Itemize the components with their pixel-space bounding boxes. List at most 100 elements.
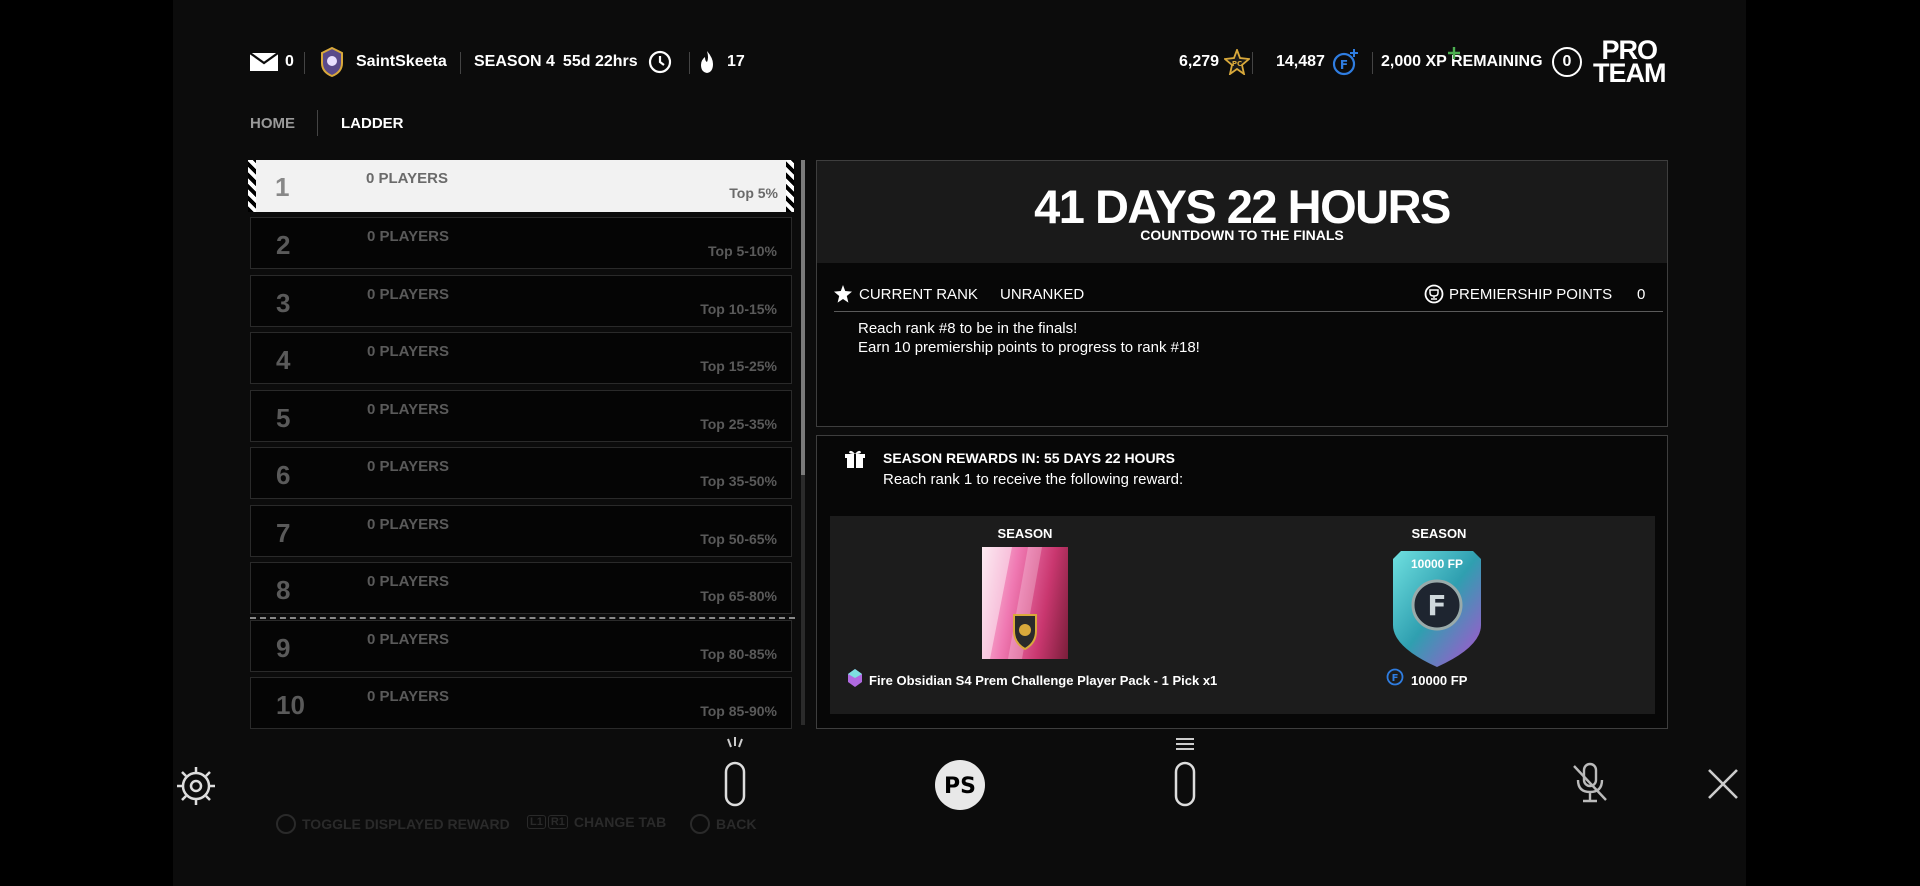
finals-panel: 41 DAYS 22 HOURS COUNTDOWN TO THE FINALS…: [816, 160, 1668, 427]
flame-icon: [697, 50, 717, 74]
season-label: SEASON 4: [474, 53, 555, 70]
rank-player-count: 0 PLAYERS: [367, 631, 449, 648]
reward-display[interactable]: SEASON Fire Obsidian S4 Prem Challenge P…: [830, 516, 1655, 714]
player-pack-image: [982, 547, 1068, 659]
profile[interactable]: SaintSkeeta: [320, 44, 447, 80]
ladder-row[interactable]: 1 0 PLAYERS Top 5%: [248, 160, 794, 212]
fifa-points: 14,487 F: [1276, 44, 1360, 80]
rank-player-count: 0 PLAYERS: [366, 170, 448, 187]
ladder-row[interactable]: 10 0 PLAYERS Top 85-90%: [250, 677, 792, 729]
coin-star-icon: PC: [1224, 49, 1251, 75]
rank-player-count: 0 PLAYERS: [367, 286, 449, 303]
ladder-row[interactable]: 4 0 PLAYERS Top 15-25%: [250, 332, 792, 384]
level-value: 0: [1552, 47, 1582, 77]
svg-text:PS: PS: [944, 774, 976, 799]
fifa-points-badge: F 10000 FP: [1391, 547, 1483, 669]
top-bar: 0 SaintSkeeta SEASON 4 55d 22hrs 17 6,27…: [250, 37, 1670, 87]
rank-player-count: 0 PLAYERS: [367, 228, 449, 245]
reward-2-name: 10000 FP: [1411, 673, 1468, 688]
finals-header: 41 DAYS 22 HOURS COUNTDOWN TO THE FINALS: [817, 161, 1667, 263]
close-icon[interactable]: [1707, 768, 1739, 805]
ladder-row[interactable]: 2 0 PLAYERS Top 5-10%: [250, 217, 792, 269]
rank-number: 8: [276, 575, 291, 605]
rank-player-count: 0 PLAYERS: [367, 573, 449, 590]
reward-1-season-label: SEASON: [997, 526, 1053, 541]
tab-ladder[interactable]: LADDER: [341, 112, 404, 134]
rank-player-count: 0 PLAYERS: [367, 401, 449, 418]
ladder-row[interactable]: 6 0 PLAYERS Top 35-50%: [250, 447, 792, 499]
selection-hatch-left: [248, 160, 256, 212]
legend-change-tab-text: CHANGE TAB: [573, 814, 667, 830]
svg-text:PC: PC: [1232, 60, 1242, 68]
username: SaintSkeeta: [356, 53, 447, 70]
coins: 6,279 PC: [1179, 44, 1251, 80]
rank-number: 7: [276, 518, 291, 548]
star-icon: [834, 285, 852, 307]
rank-tier: Top 35-50%: [700, 473, 777, 489]
rank-number: 9: [276, 633, 291, 663]
legend-toggle-reward: TOGGLE DISPLAYED REWARD: [276, 814, 510, 834]
ladder-row[interactable]: 8 0 PLAYERS Top 65-80%: [250, 562, 792, 614]
rank-tier: Top 50-65%: [700, 531, 777, 547]
fifa-points-icon-small: F: [1386, 668, 1404, 691]
rank-tier: Top 85-90%: [700, 703, 777, 719]
gem-icon: [848, 669, 862, 692]
rank-number: 4: [276, 345, 291, 375]
season-rewards-panel: SEASON REWARDS IN: 55 DAYS 22 HOURS Reac…: [816, 435, 1668, 729]
mail-icon: [250, 53, 278, 71]
l1-button-icon: L1: [527, 815, 546, 829]
tab-home[interactable]: HOME: [250, 112, 295, 134]
finals-countdown: 41 DAYS 22 HOURS: [1034, 180, 1451, 233]
rank-number: 1: [275, 172, 290, 202]
ladder-row[interactable]: 7 0 PLAYERS Top 50-65%: [250, 505, 792, 557]
current-rank-value: UNRANKED: [1000, 286, 1085, 303]
legend-toggle-text: TOGGLE DISPLAYED REWARD: [302, 816, 510, 832]
settings-gear-icon[interactable]: [175, 765, 217, 812]
clock-icon: [648, 50, 672, 74]
gift-icon: [845, 449, 865, 474]
ladder-row[interactable]: 5 0 PLAYERS Top 25-35%: [250, 390, 792, 442]
ladder-row[interactable]: 3 0 PLAYERS Top 10-15%: [250, 275, 792, 327]
mic-muted-icon[interactable]: [1572, 762, 1608, 809]
rank-player-count: 0 PLAYERS: [367, 688, 449, 705]
xp-remaining: 2,000 XP REMAINING: [1381, 44, 1543, 80]
rank-tier: Top 80-85%: [700, 646, 777, 662]
rank-player-count: 0 PLAYERS: [367, 458, 449, 475]
triangle-button-icon: [276, 814, 296, 834]
fifa-points-icon: F: [1332, 48, 1360, 76]
reward-2-season-label: SEASON: [1411, 526, 1467, 541]
finals-goal: Reach rank #8 to be in the finals!: [858, 320, 1078, 337]
svg-text:F: F: [1392, 673, 1399, 684]
rank-number: 3: [276, 288, 291, 318]
logo-line-2: TEAM: [1593, 58, 1666, 88]
rank-tier: Top 25-35%: [700, 416, 777, 432]
rank-tier: Top 15-25%: [700, 358, 777, 374]
rank-summary: CURRENT RANK UNRANKED PREMIERSHIP POINTS…: [834, 283, 1663, 312]
svg-text:F: F: [1427, 589, 1446, 622]
playstation-button-icon[interactable]: PS: [934, 759, 986, 816]
rank-tier: Top 10-15%: [700, 301, 777, 317]
ladder-row[interactable]: 9 0 PLAYERS Top 80-85%: [250, 620, 792, 672]
reward-1-name: Fire Obsidian S4 Prem Challenge Player P…: [869, 673, 1218, 688]
xp-plus-icon: [1448, 46, 1460, 64]
season-timer: SEASON 4 55d 22hrs: [474, 44, 672, 80]
rank-player-count: 0 PLAYERS: [367, 343, 449, 360]
rank-tier: Top 5%: [729, 185, 778, 201]
streak-count: 17: [727, 53, 745, 70]
rank-tier: Top 5-10%: [708, 243, 777, 259]
circle-button-icon: [690, 814, 710, 834]
finals-countdown-label: COUNTDOWN TO THE FINALS: [1140, 227, 1344, 243]
season-time: 55d 22hrs: [562, 53, 638, 70]
mail-button[interactable]: 0: [250, 44, 294, 80]
rank-tier: Top 65-80%: [700, 588, 777, 604]
streak: 17: [697, 44, 745, 80]
ladder-scrollbar-thumb[interactable]: [801, 160, 805, 475]
rewards-subtitle: Reach rank 1 to receive the following re…: [883, 471, 1184, 488]
club-badge-icon: [320, 47, 344, 77]
options-button-icon[interactable]: [1170, 737, 1200, 814]
finals-cutoff-line: [250, 617, 795, 619]
current-rank-label: CURRENT RANK: [859, 286, 978, 303]
legend-change-tab: L1 R1 CHANGE TAB: [527, 814, 666, 830]
share-button-icon[interactable]: [720, 737, 750, 814]
svg-text:F: F: [1340, 58, 1348, 72]
